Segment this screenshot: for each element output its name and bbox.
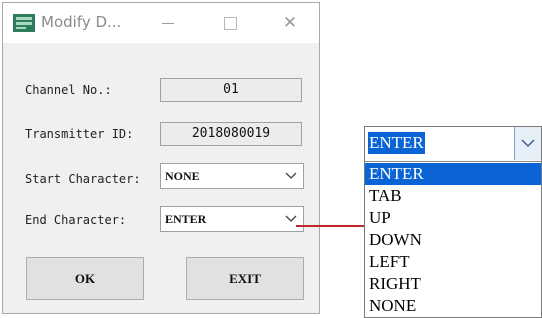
dropdown-option[interactable]: TAB [365,185,541,207]
chevron-down-icon [285,215,297,222]
end-character-value: ENTER [165,212,207,226]
callout-line [296,225,364,227]
end-character-label: End Character: [25,213,127,227]
start-character-select[interactable]: NONE [160,163,304,189]
window-title: Modify D... [41,13,122,31]
dropdown-option[interactable]: LEFT [365,251,541,273]
dropdown-option[interactable]: UP [365,207,541,229]
maximize-button[interactable] [218,12,242,34]
start-character-label: Start Character: [25,172,141,186]
dropdown-options: ENTER TAB UP DOWN LEFT RIGHT NONE [365,163,541,317]
exit-button[interactable]: EXIT [186,257,304,300]
end-character-dropdown[interactable]: ENTER ENTER TAB UP DOWN LEFT RIGHT NONE [364,126,542,318]
channel-label: Channel No.: [25,83,112,97]
dropdown-option[interactable]: NONE [365,295,541,317]
app-icon [13,14,35,32]
title-bar[interactable]: Modify D... ✕ [3,3,319,43]
maximize-icon [223,17,237,30]
dropdown-toggle-button[interactable] [514,127,541,160]
ok-button[interactable]: OK [26,257,144,300]
dropdown-current-value: ENTER [368,132,425,154]
end-character-select[interactable]: ENTER [160,206,304,232]
chevron-down-icon [521,139,535,148]
dropdown-header[interactable]: ENTER [365,127,541,162]
close-icon: ✕ [282,13,298,33]
minimize-button[interactable] [156,12,180,34]
close-button[interactable]: ✕ [278,12,302,34]
start-character-value: NONE [165,169,200,183]
dropdown-option[interactable]: DOWN [365,229,541,251]
channel-field: 01 [160,78,302,102]
dropdown-option[interactable]: RIGHT [365,273,541,295]
transmitter-field: 2018080019 [160,122,302,146]
transmitter-label: Transmitter ID: [25,127,134,141]
modify-dialog: Modify D... ✕ Channel No.: 01 Transmitte… [2,2,320,314]
minimize-icon [162,23,174,24]
chevron-down-icon [285,172,297,179]
dropdown-option[interactable]: ENTER [365,163,541,185]
